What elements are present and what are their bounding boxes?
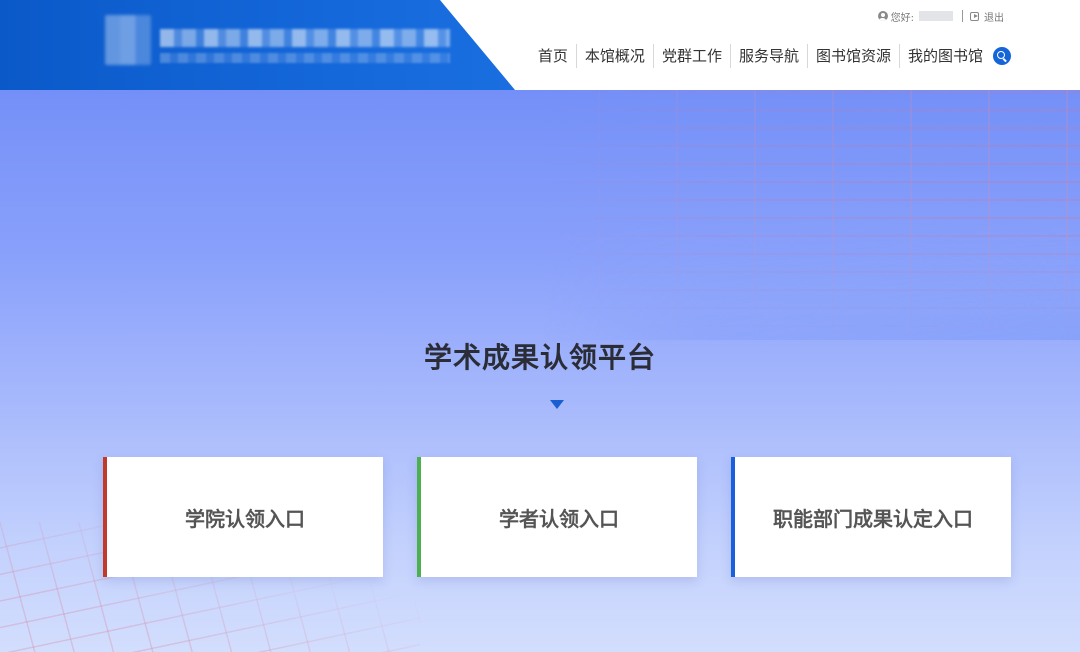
main-nav: 首页 本馆概况 党群工作 服务导航 图书馆资源 我的图书馆 xyxy=(530,44,1011,68)
logo-title-blurred xyxy=(160,29,450,47)
scholar-claim-entry-button[interactable]: 学者认领入口 xyxy=(417,457,697,577)
nav-item-library-resources[interactable]: 图书馆资源 xyxy=(806,44,899,68)
user-bar-divider xyxy=(962,10,963,22)
search-icon[interactable] xyxy=(993,47,1011,65)
school-emblem-icon xyxy=(105,15,151,65)
nav-item-my-library[interactable]: 我的图书馆 xyxy=(898,44,991,68)
user-bar: 您好: 退出 xyxy=(877,9,1004,24)
user-greeting: 您好: xyxy=(890,12,914,24)
department-certify-entry-button[interactable]: 职能部门成果认定入口 xyxy=(731,457,1011,577)
logo-subtitle-blurred xyxy=(160,53,450,63)
entry-label: 职能部门成果认定入口 xyxy=(773,506,973,531)
nav-item-home[interactable]: 首页 xyxy=(530,44,576,68)
nav-item-overview[interactable]: 本馆概况 xyxy=(575,44,653,68)
logout-icon[interactable] xyxy=(970,11,979,21)
hero-section: 学术成果认领平台 学院认领入口 学者认领入口 职能部门成果认定入口 xyxy=(0,90,1080,652)
entry-label: 学院认领入口 xyxy=(185,506,305,531)
entry-list: 学院认领入口 学者认领入口 职能部门成果认定入口 xyxy=(103,457,1011,577)
building-decoration xyxy=(540,90,1080,340)
user-icon xyxy=(877,11,888,21)
nav-item-service-guide[interactable]: 服务导航 xyxy=(729,44,807,68)
logout-link[interactable]: 退出 xyxy=(984,9,1004,24)
user-name-redacted xyxy=(919,11,953,21)
site-logo[interactable] xyxy=(105,15,450,65)
triangle-down-icon xyxy=(550,400,564,409)
college-claim-entry-button[interactable]: 学院认领入口 xyxy=(103,457,383,577)
nav-item-party-work[interactable]: 党群工作 xyxy=(652,44,730,68)
page-title: 学术成果认领平台 xyxy=(423,341,656,374)
site-header: 您好: 退出 首页 本馆概况 党群工作 服务导航 图书馆资源 我的图书馆 xyxy=(0,0,1080,90)
entry-label: 学者认领入口 xyxy=(499,506,619,531)
